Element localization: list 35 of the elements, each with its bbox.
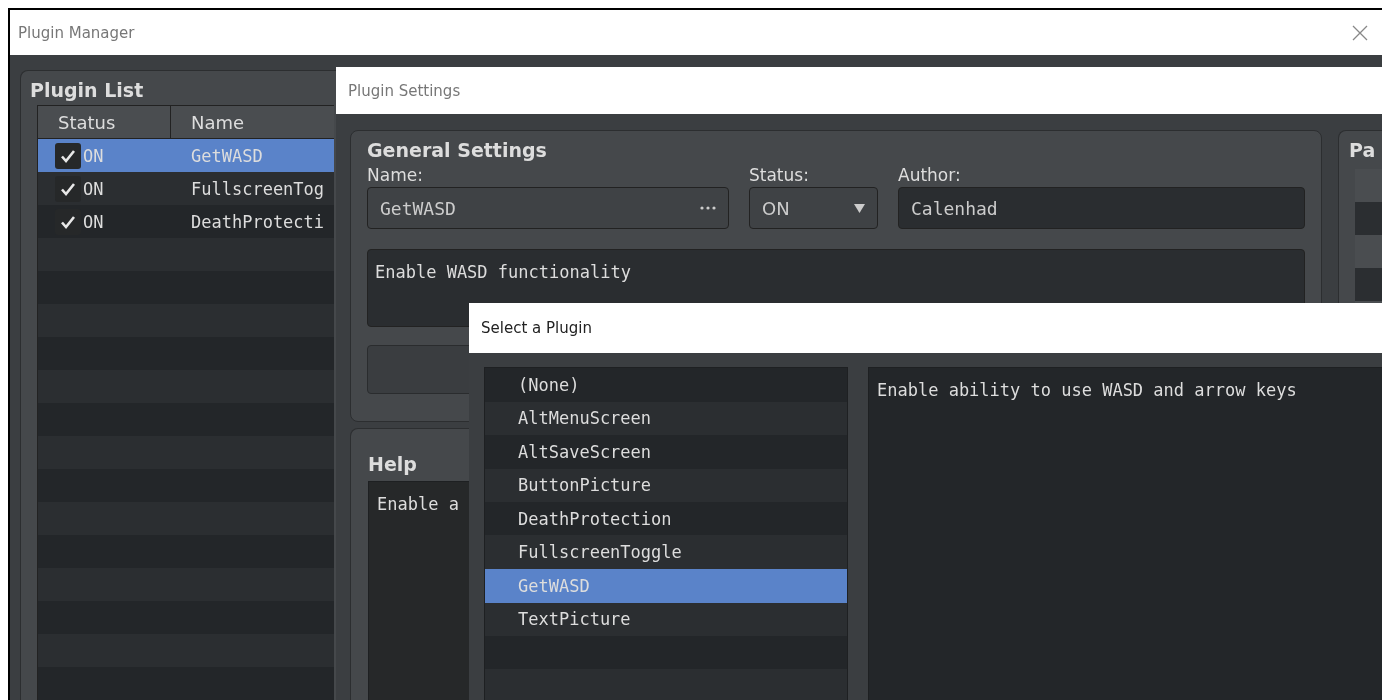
- panel-title: Plugin List: [30, 79, 144, 101]
- column-header[interactable]: Status: [38, 106, 171, 138]
- status-text: ON: [83, 211, 104, 232]
- status-dropdown[interactable]: ON: [749, 187, 878, 229]
- author-field[interactable]: Calenhad: [898, 187, 1305, 229]
- panel-title: General Settings: [367, 139, 547, 161]
- checkbox[interactable]: [55, 142, 81, 169]
- plugin-list-item[interactable]: ButtonPicture: [485, 468, 847, 502]
- caret-icon: [854, 203, 865, 213]
- plugin-description: Enable ability to use WASD and arrow keys: [868, 367, 1382, 700]
- plugin-name: GetWASD: [191, 145, 263, 166]
- panel-title: Pa: [1349, 139, 1376, 161]
- checkbox[interactable]: [55, 175, 81, 202]
- plugin-row[interactable]: ON DeathProtecti: [38, 205, 334, 238]
- plugin-list-item[interactable]: AltMenuScreen: [485, 401, 847, 435]
- close-icon[interactable]: [1352, 24, 1368, 41]
- plugin-list-item[interactable]: FullscreenToggle: [485, 535, 847, 569]
- window-title: Plugin Manager: [18, 23, 135, 42]
- panel-title: Help: [368, 453, 417, 475]
- plugin-list-item[interactable]: AltSaveScreen: [485, 435, 847, 469]
- plugin-list-item[interactable]: TextPicture: [485, 602, 847, 636]
- column-header[interactable]: Name: [171, 106, 334, 138]
- plugin-row[interactable]: ON FullscreenTog: [38, 172, 334, 205]
- name-field[interactable]: GetWASD: [367, 187, 729, 229]
- more-icon[interactable]: [700, 206, 716, 210]
- plugin-list-item[interactable]: DeathProtection: [485, 502, 847, 536]
- plugin-name: FullscreenTog: [191, 178, 325, 199]
- status-text: ON: [83, 178, 104, 199]
- name-label: Name:: [367, 165, 424, 185]
- status-label: Status:: [749, 165, 810, 185]
- window-title: Plugin Settings: [348, 81, 461, 100]
- plugin-list-item[interactable]: (None): [485, 368, 847, 402]
- plugin-name: DeathProtecti: [191, 211, 325, 232]
- status-text: ON: [83, 145, 104, 166]
- author-label: Author:: [898, 165, 962, 185]
